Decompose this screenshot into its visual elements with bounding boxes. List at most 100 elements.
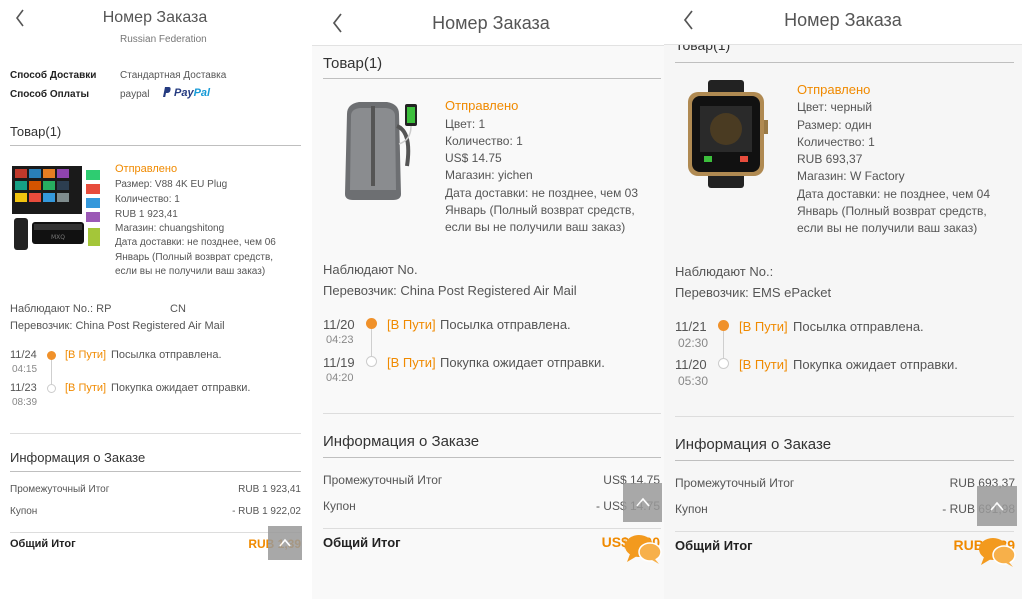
timeline-time: 04:23 <box>326 334 354 346</box>
delivery-date-line2: Январь (Полный возврат средств, <box>445 203 635 217</box>
page-title: Номер Заказа <box>784 10 902 30</box>
timeline-tag: [В Пути] <box>739 319 788 334</box>
shipping-method-label: Способ Доставки <box>10 70 97 81</box>
coupon-label: Купон <box>675 502 708 516</box>
product-status: Отправлено <box>445 98 519 113</box>
order-info-title: Информация о Заказе <box>675 436 832 453</box>
page-title: Номер Заказа <box>432 13 550 33</box>
goods-title: Товар(1) <box>323 55 383 72</box>
timeline-tag: [В Пути] <box>739 357 788 372</box>
chevron-up-icon <box>990 501 1004 511</box>
carrier: Перевозчик: China Post Registered Air Ma… <box>323 283 577 298</box>
order-panel-3: Товар(1) Номер Заказа Отправлено Цвет: ч… <box>664 0 1022 599</box>
chevron-up-icon <box>279 538 291 547</box>
timeline-text: Посылка отправлена. <box>793 319 924 334</box>
timeline-text: Покупка ожидает отправки. <box>440 355 605 370</box>
timeline-tag: [В Пути] <box>65 349 107 361</box>
timeline-text: Покупка ожидает отправки. <box>111 382 251 394</box>
divider <box>10 471 301 472</box>
delivery-date: Дата доставки: не позднее, чем 04 <box>797 187 991 201</box>
delivery-date: Дата доставки: не позднее, чем 06 <box>115 237 276 248</box>
paypal-icon <box>162 87 171 98</box>
scroll-to-top-button[interactable] <box>268 526 302 560</box>
payment-method-label: Способ Оплаты <box>10 89 90 100</box>
svg-text:MXQ: MXQ <box>51 234 65 241</box>
coupon-value: - RUB 1 922,02 <box>232 506 301 517</box>
product-store: Магазин: W Factory <box>797 169 905 183</box>
timeline-dot-active <box>718 320 729 331</box>
timeline-time: 04:15 <box>12 364 38 375</box>
product-status: Отправлено <box>797 82 871 97</box>
app-header: Номер Заказа <box>664 0 1022 45</box>
subtotal-label: Промежуточный Итог <box>675 476 795 490</box>
product-price: RUB 693,37 <box>797 152 863 166</box>
timeline-dot <box>47 384 56 393</box>
goods-title: Товар(1) <box>10 124 62 139</box>
tracking-number: Наблюдают No.: <box>675 264 774 279</box>
total-label: Общий Итог <box>323 535 401 550</box>
timeline-date: 11/24 <box>10 349 37 361</box>
product-quantity: Количество: 1 <box>115 194 180 205</box>
product-quantity: Количество: 1 <box>445 134 523 148</box>
order-info-title: Информация о Заказе <box>323 433 480 450</box>
product-color: Цвет: 1 <box>445 117 486 131</box>
delivery-date-line3: если вы не получили ваш заказ) <box>115 266 266 277</box>
timeline-date: 11/21 <box>675 319 707 334</box>
tracking-number-suffix: CN <box>170 303 186 315</box>
coupon-label: Купон <box>10 506 38 517</box>
divider <box>323 413 661 414</box>
scroll-to-top-button[interactable] <box>977 486 1017 526</box>
divider <box>10 532 301 533</box>
coupon-label: Купон <box>323 499 356 513</box>
carrier: Перевозчик: EMS ePacket <box>675 285 832 300</box>
delivery-date-line2: Январь (Полный возврат средств, <box>797 204 987 218</box>
shipping-country: Russian Federation <box>120 34 207 45</box>
paypal-text: PayPal <box>174 87 211 99</box>
product-price: US$ 14.75 <box>445 151 502 165</box>
scroll-to-top-button[interactable] <box>623 483 662 522</box>
divider <box>323 457 661 458</box>
timeline-dot-active <box>47 351 56 360</box>
tracking-number: Наблюдают No.: RP <box>10 303 112 315</box>
tracking-number: Наблюдают No. <box>323 262 418 277</box>
timeline-dot <box>366 356 377 367</box>
timeline-time: 04:20 <box>326 372 354 384</box>
timeline-date: 11/20 <box>323 317 355 332</box>
total-label: Общий Итог <box>10 538 76 550</box>
delivery-date-line3: если вы не получили ваш заказ) <box>797 221 978 235</box>
timeline-tag: [В Пути] <box>65 382 107 394</box>
delivery-date-line2: Январь (Полный возврат средств, <box>115 252 274 263</box>
divider <box>675 62 1014 63</box>
payment-method-value: paypal <box>120 89 150 100</box>
product-quantity: Количество: 1 <box>797 135 875 149</box>
timeline-dot <box>718 358 729 369</box>
product-image[interactable]: MXQ <box>10 162 102 254</box>
timeline-date: 11/20 <box>675 357 707 372</box>
product-store: Магазин: chuangshitong <box>115 223 225 234</box>
timeline-date: 11/19 <box>323 355 355 370</box>
product-price: RUB 1 923,41 <box>115 209 178 220</box>
delivery-date: Дата доставки: не позднее, чем 03 <box>445 186 639 200</box>
timeline-date: 11/23 <box>10 382 37 394</box>
timeline-tag: [В Пути] <box>387 355 436 370</box>
divider <box>323 78 661 79</box>
chat-button[interactable] <box>624 533 662 565</box>
timeline-dot-active <box>366 318 377 329</box>
timeline-text: Посылка отправлена. <box>111 349 222 361</box>
timeline-tag: [В Пути] <box>387 317 436 332</box>
delivery-date-line3: если вы не получили ваш заказ) <box>445 220 626 234</box>
subtotal-label: Промежуточный Итог <box>10 484 110 495</box>
product-image[interactable] <box>680 80 772 188</box>
subtotal-label: Промежуточный Итог <box>323 473 443 487</box>
chat-bubbles-icon <box>625 535 662 564</box>
divider <box>675 531 1014 532</box>
timeline-text: Покупка ожидает отправки. <box>793 357 958 372</box>
order-panel-1: Номер Заказа Russian Federation Способ Д… <box>0 0 310 599</box>
product-size: Размер: V88 4K EU Plug <box>115 179 228 190</box>
divider <box>323 528 661 529</box>
chat-button[interactable] <box>978 536 1016 568</box>
product-size: Размер: один <box>797 118 872 132</box>
app-header: Номер Заказа <box>312 0 670 46</box>
product-image[interactable] <box>327 96 427 206</box>
chat-bubbles-icon <box>979 538 1016 567</box>
